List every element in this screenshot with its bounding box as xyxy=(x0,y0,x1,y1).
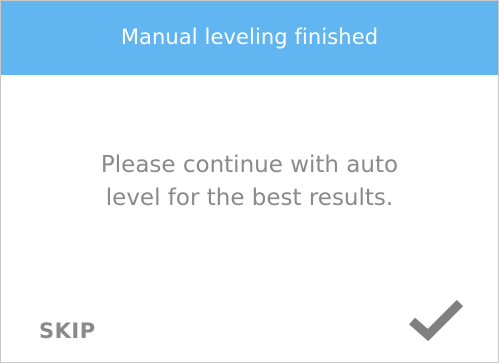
checkmark-icon xyxy=(409,299,464,341)
dialog-header: Manual leveling finished xyxy=(1,1,498,75)
dialog-message: Please continue with auto level for the … xyxy=(1,149,498,215)
confirm-button[interactable] xyxy=(407,297,465,341)
leveling-dialog: Manual leveling finished Please continue… xyxy=(0,0,499,363)
message-line-1: Please continue with auto xyxy=(100,152,399,178)
dialog-title: Manual leveling finished xyxy=(120,24,379,49)
skip-button[interactable]: SKIP xyxy=(39,319,96,343)
message-line-2: level for the best results. xyxy=(105,185,394,211)
